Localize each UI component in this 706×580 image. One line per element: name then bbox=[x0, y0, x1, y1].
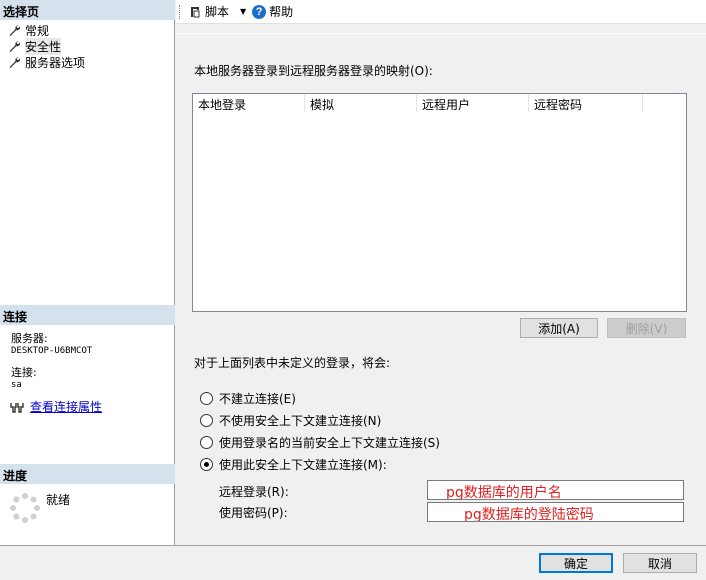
view-connection-properties-link[interactable]: 查看连接属性 bbox=[30, 398, 102, 415]
option-this-security-context[interactable]: 使用此安全上下文建立连接(M): bbox=[200, 456, 387, 473]
server-label: 服务器: bbox=[11, 332, 48, 345]
delete-button[interactable]: 删除(V) bbox=[607, 318, 686, 338]
toolbar-grip bbox=[179, 4, 182, 19]
help-icon: ? bbox=[252, 4, 267, 19]
column-header-impersonate[interactable]: 模拟 bbox=[305, 94, 417, 112]
radio-button[interactable] bbox=[200, 392, 213, 405]
server-value: DESKTOP-U6BMCOT bbox=[11, 346, 93, 356]
radio-button[interactable] bbox=[200, 436, 213, 449]
add-button[interactable]: 添加(A) bbox=[520, 318, 598, 338]
cancel-button[interactable]: 取消 bbox=[623, 553, 697, 573]
option-label: 使用此安全上下文建立连接(M): bbox=[219, 458, 387, 472]
left-pane: 选择页 常规 安全性 服务器选项 连接 服务器: DESKTOP-U6BMCOT… bbox=[0, 0, 175, 545]
chevron-down-icon[interactable]: ▼ bbox=[240, 7, 246, 16]
mapping-label: 本地服务器登录到远程服务器登录的映射(O): bbox=[194, 64, 433, 78]
option-label: 不建立连接(E) bbox=[219, 392, 296, 406]
connection-header: 连接 bbox=[0, 305, 175, 325]
connection-icon bbox=[10, 402, 24, 413]
column-header-local-login[interactable]: 本地登录 bbox=[193, 94, 305, 112]
column-header-remote-user[interactable]: 远程用户 bbox=[417, 94, 529, 112]
progress-status: 就绪 bbox=[46, 493, 71, 507]
option-current-security-context[interactable]: 使用登录名的当前安全上下文建立连接(S) bbox=[200, 434, 440, 451]
progress-spinner-icon bbox=[10, 493, 40, 523]
page-item-security[interactable]: 安全性 bbox=[8, 37, 62, 55]
remote-login-input[interactable]: pg数据库的用户名 bbox=[427, 480, 684, 500]
wrench-icon bbox=[9, 56, 21, 68]
page-item-label: 安全性 bbox=[25, 37, 62, 55]
option-label: 使用登录名的当前安全上下文建立连接(S) bbox=[219, 436, 440, 450]
select-page-header: 选择页 bbox=[0, 0, 175, 20]
dialog-footer: 确定 取消 bbox=[0, 545, 706, 580]
login-mapping-list[interactable]: 本地登录 模拟 远程用户 远程密码 bbox=[192, 93, 687, 312]
password-input[interactable]: pg数据库的登陆密码 bbox=[427, 502, 684, 522]
help-label: 帮助 bbox=[269, 5, 294, 19]
main-panel: 本地服务器登录到远程服务器登录的映射(O): 本地登录 模拟 远程用户 远程密码… bbox=[176, 33, 706, 545]
option-no-security-context[interactable]: 不使用安全上下文建立连接(N) bbox=[200, 412, 381, 429]
page-item-server-options[interactable]: 服务器选项 bbox=[8, 54, 85, 70]
help-button[interactable]: ? 帮助 bbox=[252, 3, 293, 20]
option-no-connection[interactable]: 不建立连接(E) bbox=[200, 390, 296, 407]
undefined-logins-label: 对于上面列表中未定义的登录，将会: bbox=[194, 356, 391, 370]
column-header-remote-password[interactable]: 远程密码 bbox=[529, 94, 643, 112]
wrench-icon bbox=[9, 24, 21, 36]
script-label: 脚本 bbox=[205, 5, 230, 19]
script-icon bbox=[191, 6, 200, 17]
progress-header: 进度 bbox=[0, 464, 175, 484]
connection-label: 连接: bbox=[11, 366, 37, 379]
script-button[interactable]: 脚本 ▼ bbox=[188, 3, 246, 20]
radio-button-selected[interactable] bbox=[200, 458, 213, 471]
option-label: 不使用安全上下文建立连接(N) bbox=[219, 414, 382, 428]
radio-button[interactable] bbox=[200, 414, 213, 427]
wrench-icon bbox=[9, 40, 21, 52]
view-connection-properties[interactable]: 查看连接属性 bbox=[10, 398, 102, 415]
page-item-label: 常规 bbox=[25, 23, 50, 38]
ok-button[interactable]: 确定 bbox=[539, 553, 613, 573]
page-item-label: 服务器选项 bbox=[25, 55, 86, 70]
toolbar: 脚本 ▼ ? 帮助 bbox=[176, 0, 706, 24]
remote-login-label: 远程登录(R): bbox=[219, 485, 289, 499]
password-label: 使用密码(P): bbox=[219, 506, 288, 520]
page-item-general[interactable]: 常规 bbox=[8, 22, 49, 38]
connection-value: sa bbox=[11, 380, 22, 390]
